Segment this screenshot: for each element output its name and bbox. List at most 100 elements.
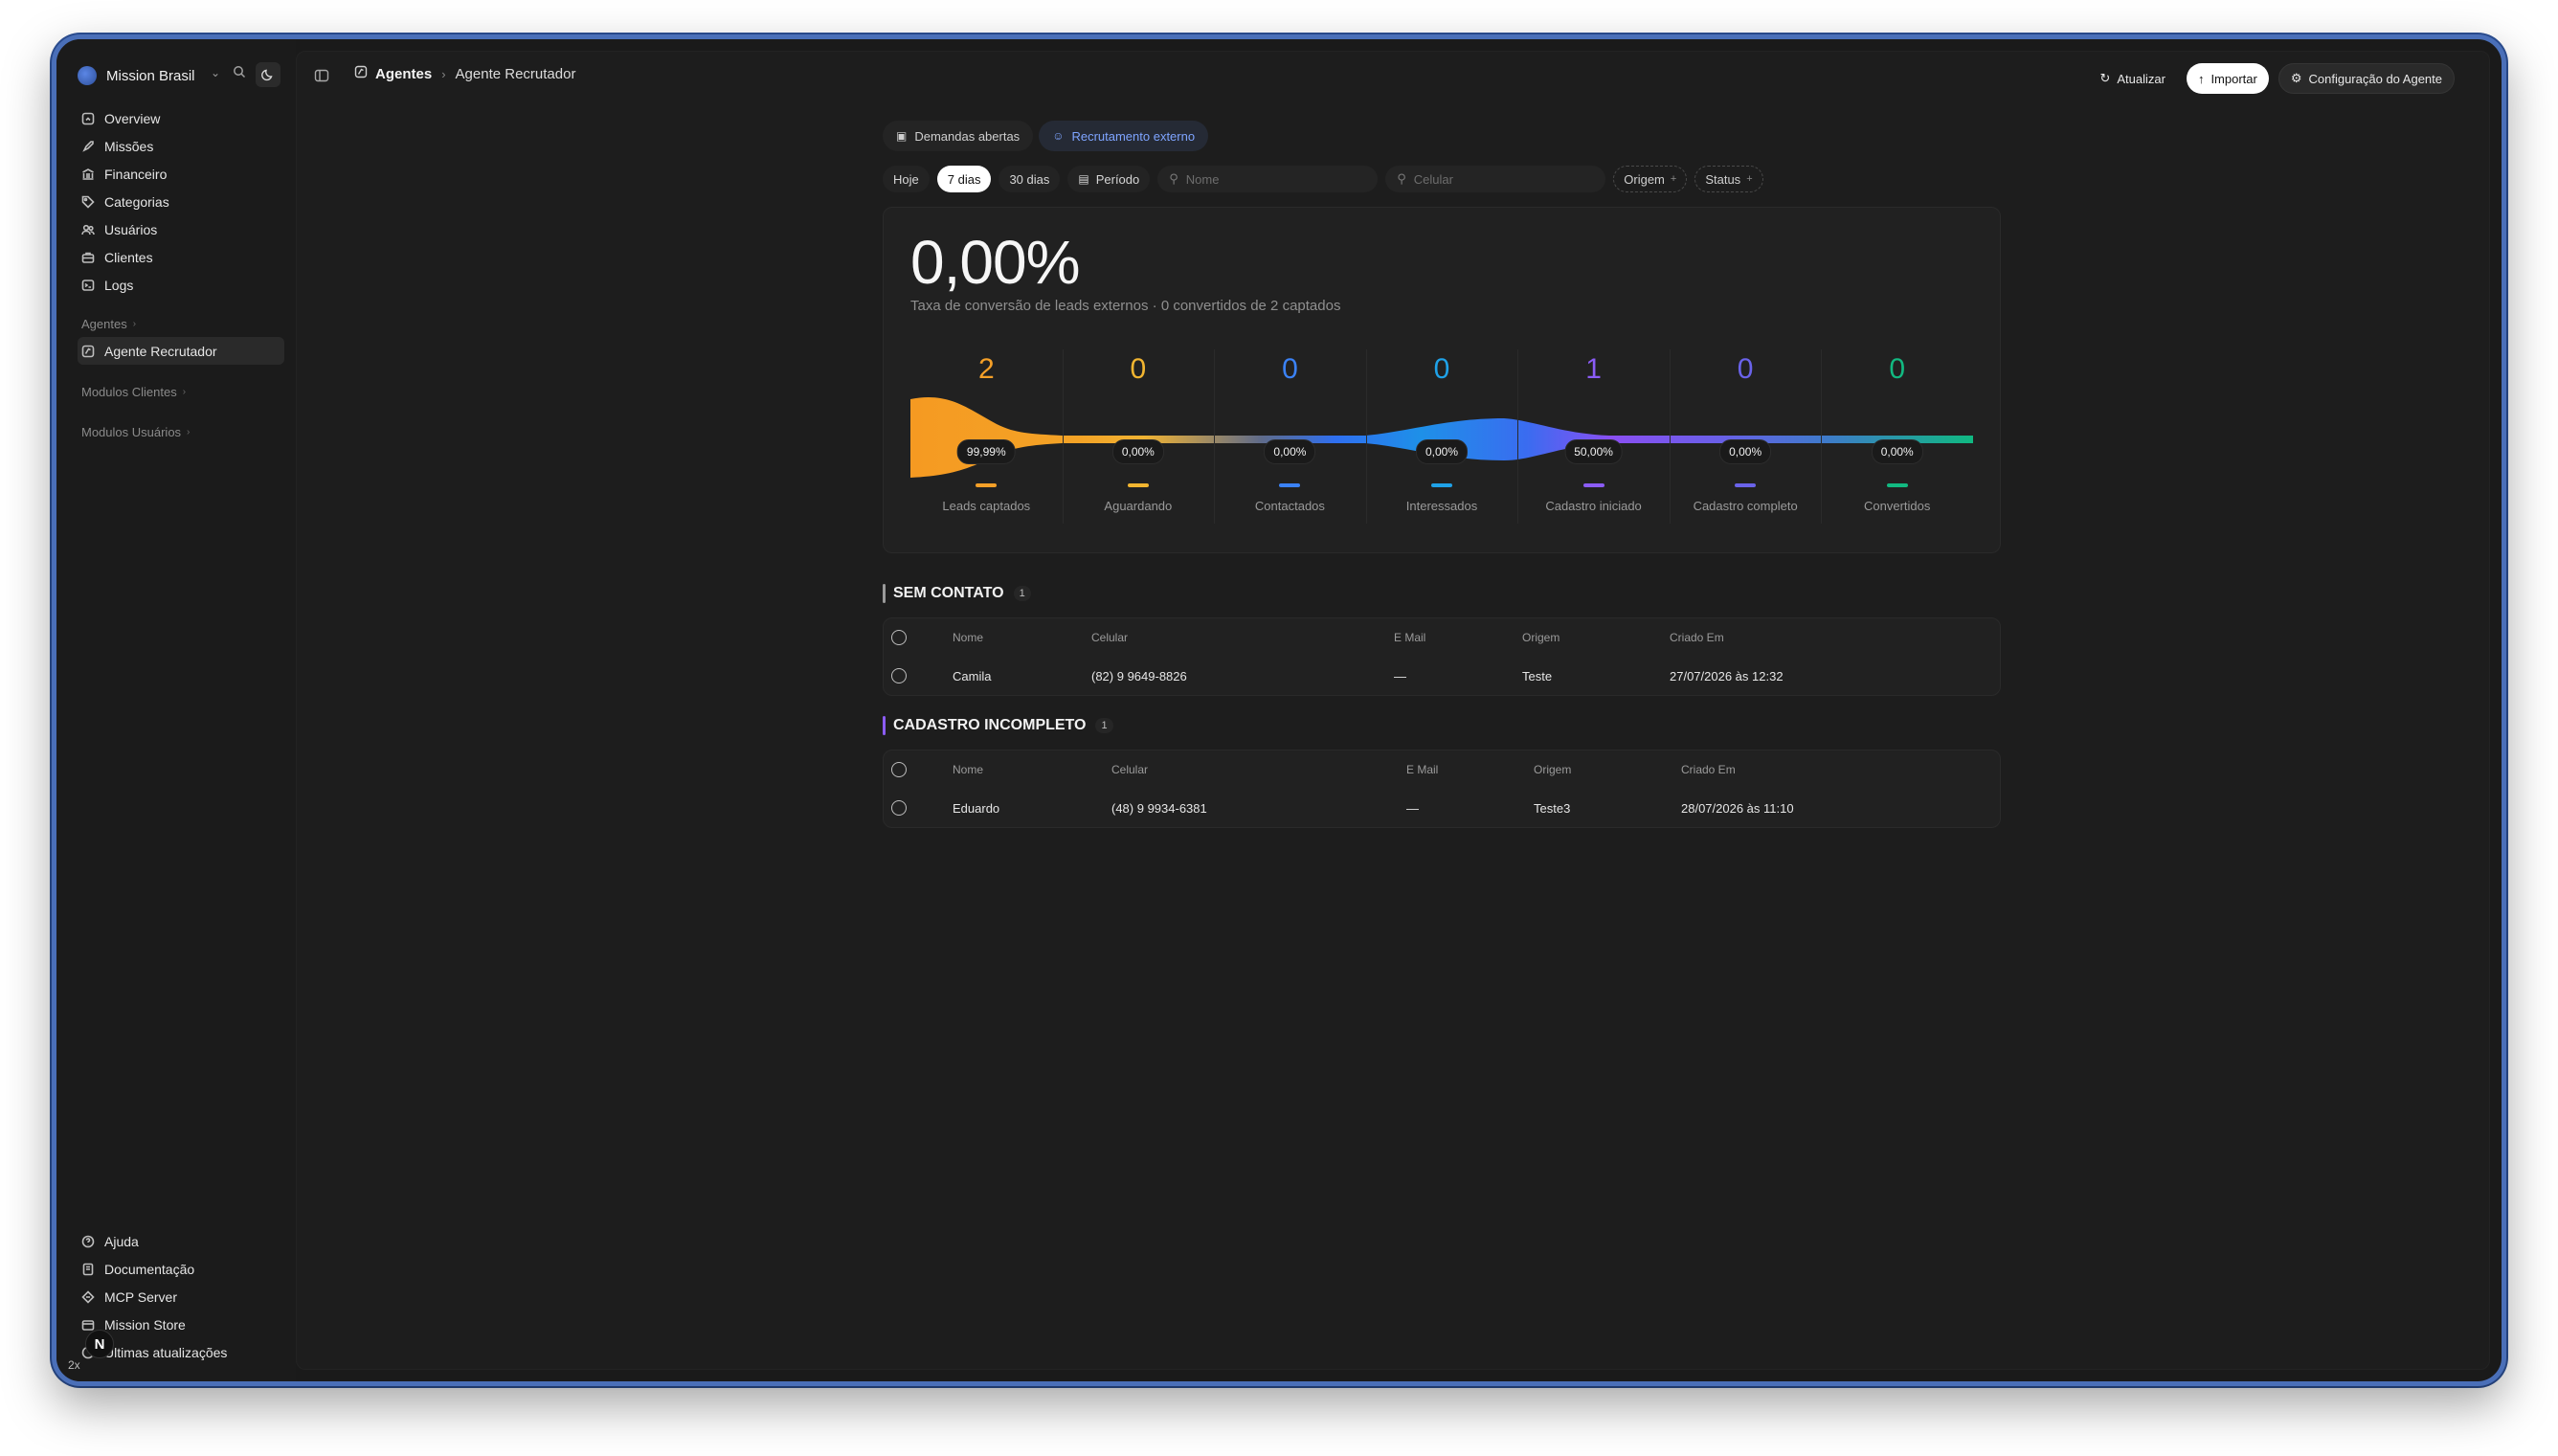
user-avatar[interactable]: N: [85, 1330, 114, 1358]
modulos-clientes-label[interactable]: Modulos Clientes ›: [78, 378, 284, 405]
col-header-origem[interactable]: Origem: [1522, 631, 1559, 644]
section-count-badge: 1: [1013, 586, 1031, 601]
zoom-badge: 2x: [68, 1358, 80, 1372]
table-row[interactable]: Eduardo (48) 9 9934-6381 — Teste3 28/07/…: [884, 789, 2000, 827]
stage-count: 1: [1585, 353, 1602, 385]
sidebar-item-agente-recrutador[interactable]: Agente Recrutador: [78, 337, 284, 365]
agent-config-button[interactable]: ⚙ Configuração do Agente: [2278, 63, 2455, 94]
section-count-badge: 1: [1095, 718, 1113, 733]
sidebar-item-missoes[interactable]: Missões: [78, 132, 284, 160]
col-header-nome[interactable]: Nome: [953, 763, 983, 776]
row-checkbox[interactable]: [891, 668, 907, 683]
sidebar-item-label: Missões: [104, 138, 154, 154]
chevron-right-icon: ›: [182, 386, 187, 397]
stage-label: Interessados: [1405, 499, 1478, 513]
col-header-celular[interactable]: Celular: [1091, 631, 1128, 644]
book-icon: [81, 1263, 95, 1276]
moon-icon[interactable]: [256, 62, 280, 87]
workspace-switcher[interactable]: Mission Brasil ⌄: [78, 62, 280, 89]
funnel-stage: 2 99,99% Leads captados: [910, 342, 1063, 524]
name-search-input[interactable]: ⚲ Nome: [1157, 166, 1379, 192]
agent-icon: [354, 65, 368, 82]
leads-table: Nome Celular E Mail Origem Criado Em Edu…: [883, 750, 2001, 828]
range-hoje[interactable]: Hoje: [883, 166, 930, 192]
sidebar-modulos-clientes: Modulos Clientes ›: [78, 378, 284, 405]
cell-email: —: [1406, 800, 1419, 816]
modulos-usuarios-label[interactable]: Modulos Usuários ›: [78, 418, 284, 445]
stage-divider: [1669, 349, 1671, 524]
section-cadastro-incompleto: CADASTRO INCOMPLETO 1 Nome Celular E Mai…: [883, 715, 2001, 828]
table-header-row: Nome Celular E Mail Origem Criado Em: [884, 618, 2000, 657]
sidebar-item-label: Últimas atualizações: [104, 1344, 228, 1360]
sidebar-agents-group: Agentes › Agente Recrutador: [78, 310, 284, 365]
col-header-email[interactable]: E Mail: [1406, 763, 1438, 776]
sidebar-item-label: Usuários: [104, 221, 158, 237]
stage-divider: [1062, 349, 1064, 524]
stage-divider: [1517, 349, 1519, 524]
col-header-criado-em[interactable]: Criado Em: [1681, 763, 1736, 776]
search-icon[interactable]: [233, 65, 252, 84]
range-30-dias[interactable]: 30 dias: [999, 166, 1061, 192]
row-checkbox[interactable]: [891, 800, 907, 816]
stage-percent-badge: 0,00%: [1871, 439, 1923, 464]
tab-recrutamento-externo[interactable]: ☺ Recrutamento externo: [1039, 121, 1209, 151]
agents-section-label[interactable]: Agentes ›: [78, 310, 284, 337]
cell-origem: Teste: [1522, 668, 1553, 683]
workspace-name: Mission Brasil: [106, 67, 195, 84]
page-header: Agentes › Agente Recrutador ↻ Atualizar ↑…: [297, 52, 2489, 101]
sidebar-item-usuarios[interactable]: Usuários: [78, 215, 284, 243]
col-header-origem[interactable]: Origem: [1534, 763, 1571, 776]
origin-filter[interactable]: Origem +: [1613, 166, 1688, 192]
stage-divider: [1821, 349, 1823, 524]
stage-count: 2: [977, 353, 995, 385]
import-button[interactable]: ↑ Importar: [2186, 63, 2269, 94]
refresh-icon: ↻: [2099, 71, 2111, 85]
chevron-right-icon: ›: [132, 318, 137, 329]
section-title: CADASTRO INCOMPLETO 1: [883, 715, 2001, 736]
breadcrumb: Agentes › Agente Recrutador: [354, 65, 575, 82]
bank-icon: [81, 168, 95, 181]
stage-label: Convertidos: [1864, 499, 1931, 513]
status-filter[interactable]: Status +: [1694, 166, 1763, 192]
sidebar-item-logs[interactable]: Logs: [78, 271, 284, 299]
sidebar-item-financeiro[interactable]: Financeiro: [78, 160, 284, 188]
range-7-dias[interactable]: 7 dias: [936, 166, 992, 192]
cell-celular: (82) 9 9649-8826: [1091, 668, 1187, 683]
sidebar-item-mcp-server[interactable]: MCP Server: [78, 1283, 284, 1310]
sidebar-item-categorias[interactable]: Categorias: [78, 188, 284, 215]
sidebar-item-label: MCP Server: [104, 1288, 177, 1305]
stage-percent-badge: 99,99%: [956, 439, 1016, 464]
breadcrumb-current: Agente Recrutador: [455, 65, 576, 82]
col-header-celular[interactable]: Celular: [1111, 763, 1148, 776]
select-all-checkbox[interactable]: [891, 762, 907, 777]
leads-table: Nome Celular E Mail Origem Criado Em Cam…: [883, 617, 2001, 696]
conversion-funnel-card: 0,00% Taxa de conversão de leads externo…: [883, 207, 2001, 553]
sidebar-item-label: Mission Store: [104, 1316, 186, 1333]
stage-count: 0: [1737, 353, 1754, 385]
table-row[interactable]: Camila (82) 9 9649-8826 — Teste 27/07/20…: [884, 657, 2000, 695]
refresh-button[interactable]: ↻ Atualizar: [2088, 63, 2176, 94]
stage-count: 0: [1282, 353, 1298, 385]
breadcrumb-root[interactable]: Agentes: [375, 66, 432, 82]
section-stripe: [883, 584, 886, 603]
tab-demandas-abertas[interactable]: ▣ Demandas abertas: [883, 121, 1034, 151]
sidebar-toggle-icon[interactable]: [314, 68, 329, 83]
stage-percent-badge: 0,00%: [1719, 439, 1772, 464]
period-picker[interactable]: ▤ Período: [1067, 166, 1151, 192]
sidebar: Mission Brasil ⌄ Overview Missões Financ…: [56, 39, 296, 1381]
gear-icon: ⚙: [2290, 71, 2302, 85]
chevron-down-icon[interactable]: ⌄: [211, 66, 220, 79]
sidebar-item-overview[interactable]: Overview: [78, 104, 284, 132]
section-title: SEM CONTATO 1: [883, 583, 2001, 604]
search-icon: ⚲: [1397, 171, 1406, 186]
stage-color-marker: [976, 483, 998, 487]
col-header-nome[interactable]: Nome: [953, 631, 983, 644]
col-header-email[interactable]: E Mail: [1394, 631, 1425, 644]
col-header-criado-em[interactable]: Criado Em: [1670, 631, 1724, 644]
sidebar-item-ajuda[interactable]: Ajuda: [78, 1227, 284, 1255]
sidebar-item-clientes[interactable]: Clientes: [78, 243, 284, 271]
select-all-checkbox[interactable]: [891, 630, 907, 645]
sidebar-item-documentacao[interactable]: Documentação: [78, 1255, 284, 1283]
phone-search-input[interactable]: ⚲ Celular: [1385, 166, 1606, 192]
stage-color-marker: [1582, 483, 1604, 487]
